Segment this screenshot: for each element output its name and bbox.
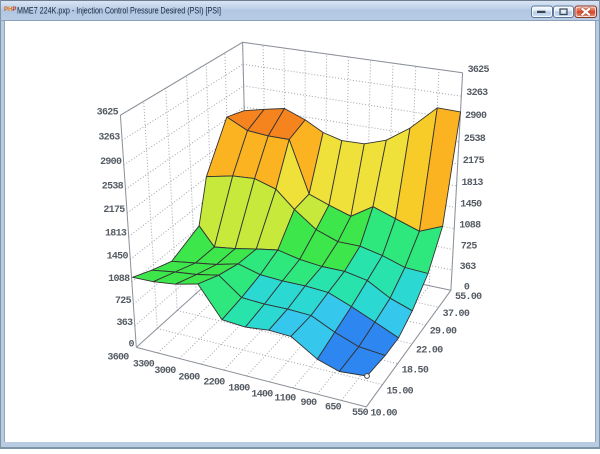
svg-text:3263: 3263 bbox=[98, 133, 120, 144]
svg-text:1088: 1088 bbox=[108, 274, 130, 285]
svg-text:MME7 224K.pxp - Injection Cont: MME7 224K.pxp - Injection Control Pressu… bbox=[17, 6, 221, 17]
svg-text:3300: 3300 bbox=[133, 360, 155, 371]
svg-text:725: 725 bbox=[115, 296, 132, 307]
svg-text:22.00: 22.00 bbox=[416, 346, 443, 357]
svg-text:725: 725 bbox=[461, 242, 478, 253]
svg-text:900: 900 bbox=[301, 398, 318, 409]
svg-text:18.50: 18.50 bbox=[402, 365, 429, 376]
svg-text:3263: 3263 bbox=[466, 88, 488, 99]
svg-text:2538: 2538 bbox=[464, 134, 486, 145]
svg-text:10.00: 10.00 bbox=[370, 409, 397, 420]
svg-text:1813: 1813 bbox=[461, 178, 483, 189]
svg-text:550: 550 bbox=[352, 408, 369, 419]
svg-text:2175: 2175 bbox=[463, 156, 485, 167]
svg-text:2900: 2900 bbox=[100, 157, 122, 168]
svg-text:1400: 1400 bbox=[251, 390, 273, 401]
svg-text:0: 0 bbox=[128, 340, 134, 351]
svg-text:1100: 1100 bbox=[274, 394, 296, 405]
svg-text:1450: 1450 bbox=[107, 252, 129, 263]
svg-text:2600: 2600 bbox=[178, 373, 200, 384]
svg-text:363: 363 bbox=[116, 318, 133, 329]
svg-text:2900: 2900 bbox=[465, 111, 487, 122]
svg-text:37.00: 37.00 bbox=[443, 309, 470, 320]
svg-text:3000: 3000 bbox=[154, 366, 176, 377]
svg-text:2200: 2200 bbox=[203, 378, 225, 389]
svg-text:29.00: 29.00 bbox=[430, 327, 457, 338]
svg-text:3625: 3625 bbox=[97, 107, 119, 118]
svg-text:3625: 3625 bbox=[468, 65, 490, 76]
svg-text:2538: 2538 bbox=[102, 181, 124, 192]
svg-text:1800: 1800 bbox=[228, 384, 250, 395]
svg-text:PHP: PHP bbox=[4, 7, 16, 13]
svg-text:1088: 1088 bbox=[459, 221, 481, 232]
svg-text:55.00: 55.00 bbox=[455, 292, 482, 303]
svg-text:650: 650 bbox=[325, 403, 342, 414]
svg-text:15.00: 15.00 bbox=[386, 386, 413, 397]
svg-text:1813: 1813 bbox=[105, 229, 127, 240]
svg-text:363: 363 bbox=[460, 262, 477, 273]
svg-text:3600: 3600 bbox=[107, 353, 129, 364]
svg-text:1450: 1450 bbox=[460, 199, 482, 210]
svg-text:2175: 2175 bbox=[103, 205, 125, 216]
